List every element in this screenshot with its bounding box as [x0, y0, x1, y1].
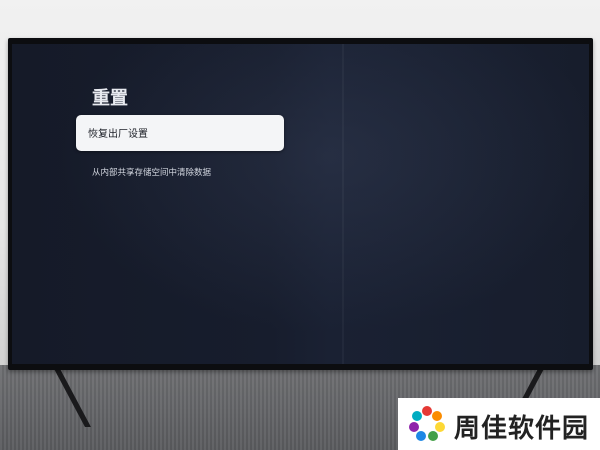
watermark-banner: 周佳软件园 [398, 398, 600, 450]
settings-page-title: 重置 [92, 88, 128, 109]
pinwheel-logo-icon [409, 406, 445, 441]
screen-glare [342, 44, 344, 364]
menu-item-clear-internal-storage[interactable]: 从内部共享存储空间中清除数据 [76, 158, 284, 184]
menu-item-label: 从内部共享存储空间中清除数据 [92, 168, 212, 178]
watermark-text: 周佳软件园 [454, 414, 590, 444]
menu-item-factory-reset[interactable]: 恢复出厂设置 [76, 115, 284, 151]
tv-screen: 重置 恢复出厂设置 从内部共享存储空间中清除数据 [12, 44, 589, 364]
menu-item-label: 恢复出厂设置 [88, 129, 148, 140]
